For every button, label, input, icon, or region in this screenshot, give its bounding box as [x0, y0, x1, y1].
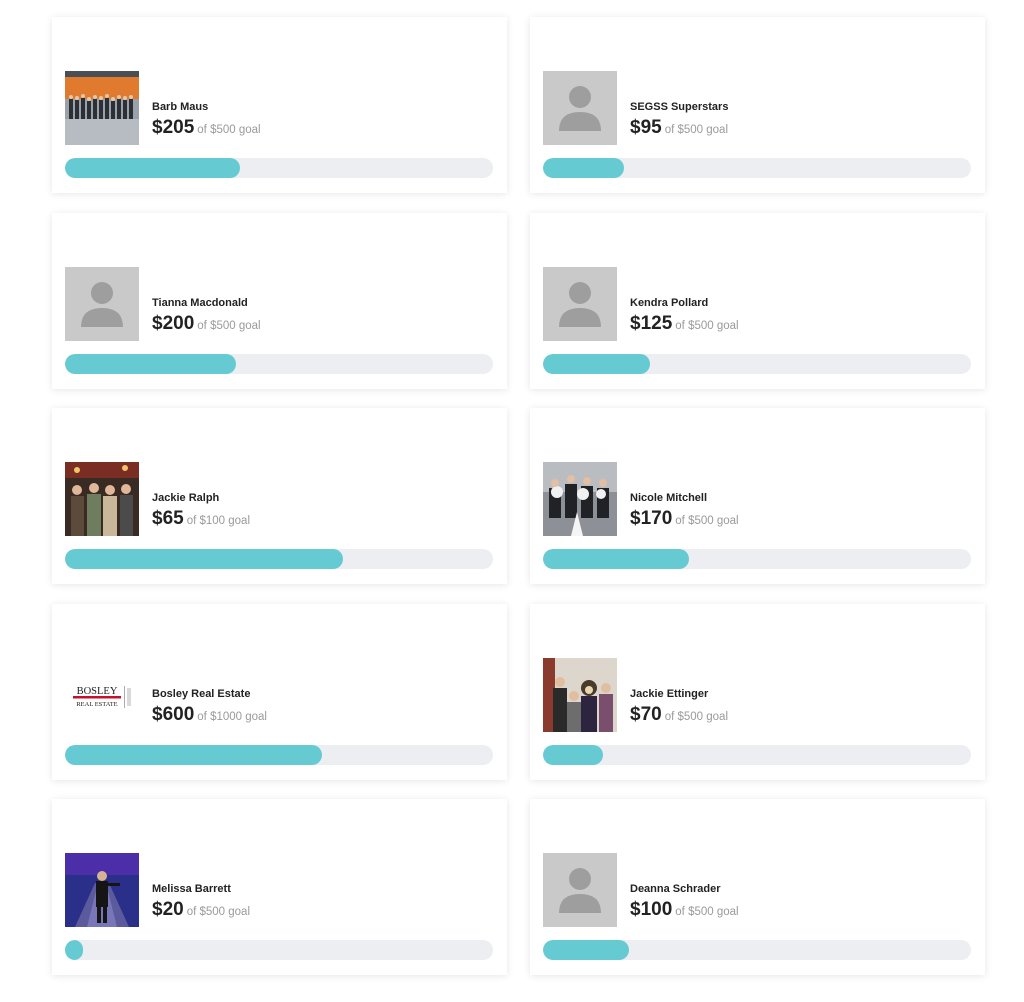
fundraiser-card[interactable]: BOSLEY REAL ESTATE Bosley Real Estate $6… — [52, 603, 507, 780]
progress-fill — [65, 940, 83, 960]
fundraiser-card[interactable]: Jackie Ettinger $70 of $500 goal — [530, 603, 985, 780]
fundraiser-amount: $100 of $500 goal — [630, 899, 739, 921]
goal-text: of $100 goal — [186, 515, 251, 527]
amount-raised: $95 — [630, 117, 662, 138]
fundraiser-amount: $70 of $500 goal — [630, 704, 728, 726]
amount-raised: $600 — [152, 703, 195, 725]
fundraiser-name[interactable]: Nicole Mitchell — [630, 492, 707, 504]
progress-bar — [543, 744, 971, 765]
fundraiser-name[interactable]: Kendra Pollard — [630, 297, 708, 309]
fundraiser-card[interactable]: Jackie Ralph $65 of $100 goal — [52, 408, 507, 584]
fundraiser-name[interactable]: Tianna Macdonald — [152, 297, 248, 309]
default-avatar-icon — [65, 266, 139, 341]
fundraiser-photo — [65, 462, 139, 536]
progress-bar — [65, 158, 493, 178]
amount-raised: $170 — [630, 508, 673, 529]
goal-text: of $500 goal — [197, 124, 261, 136]
fundraiser-amount: $200 of $500 goal — [152, 313, 261, 335]
goal-text: of $500 goal — [197, 319, 261, 332]
fundraiser-grid: Barb Maus $205 of $500 goal SEGSS Superst… — [52, 17, 985, 975]
default-avatar-icon — [543, 71, 617, 145]
goal-text: of $1000 goal — [197, 710, 267, 723]
progress-bar — [543, 353, 971, 374]
progress-fill — [543, 744, 603, 765]
goal-text: of $500 goal — [186, 906, 251, 918]
default-avatar-icon — [543, 266, 617, 341]
goal-text: of $500 goal — [675, 906, 739, 918]
fundraiser-amount: $95 of $500 goal — [630, 117, 728, 139]
progress-bar — [65, 549, 493, 569]
amount-raised: $100 — [630, 899, 673, 920]
fundraiser-amount: $205 of $500 goal — [152, 117, 261, 139]
fundraiser-card[interactable]: Nicole Mitchell $170 of $500 goal — [530, 408, 985, 584]
progress-fill — [543, 549, 689, 569]
fundraiser-amount: $20 of $500 goal — [152, 899, 250, 921]
amount-raised: $70 — [630, 703, 662, 725]
goal-text: of $500 goal — [664, 124, 729, 136]
progress-bar — [65, 744, 493, 765]
progress-fill — [65, 158, 241, 178]
progress-fill — [65, 549, 344, 569]
fundraiser-amount: $170 of $500 goal — [630, 508, 739, 530]
bosley-logo: BOSLEY REAL ESTATE — [65, 657, 139, 732]
fundraiser-card[interactable]: Deanna Schrader $100 of $500 goal — [530, 799, 985, 975]
default-avatar-icon — [543, 853, 617, 927]
progress-fill — [543, 158, 625, 178]
progress-fill — [65, 353, 237, 374]
progress-bar — [543, 549, 971, 569]
fundraiser-card[interactable]: Tianna Macdonald $200 of $500 goal — [52, 212, 507, 389]
goal-text: of $500 goal — [675, 319, 739, 332]
progress-fill — [543, 940, 629, 960]
svg-text:BOSLEY: BOSLEY — [77, 686, 118, 697]
fundraiser-name[interactable]: Jackie Ralph — [152, 492, 219, 504]
progress-bar — [543, 158, 971, 178]
progress-fill — [65, 744, 322, 765]
fundraiser-photo — [65, 853, 139, 927]
fundraiser-photo — [543, 462, 617, 536]
amount-raised: $65 — [152, 508, 184, 529]
goal-text: of $500 goal — [664, 710, 729, 723]
amount-raised: $125 — [630, 312, 673, 334]
fundraiser-name[interactable]: Jackie Ettinger — [630, 688, 708, 700]
fundraiser-name[interactable]: Bosley Real Estate — [152, 688, 250, 700]
fundraiser-photo — [65, 71, 139, 145]
svg-text:REAL ESTATE: REAL ESTATE — [76, 701, 117, 708]
amount-raised: $200 — [152, 312, 195, 334]
progress-bar — [65, 353, 493, 374]
amount-raised: $205 — [152, 117, 195, 138]
progress-fill — [543, 353, 650, 374]
progress-bar — [543, 940, 971, 960]
fundraiser-card[interactable]: SEGSS Superstars $95 of $500 goal — [530, 17, 985, 193]
fundraiser-amount: $65 of $100 goal — [152, 508, 250, 530]
fundraiser-card[interactable]: Melissa Barrett $20 of $500 goal — [52, 799, 507, 975]
goal-text: of $500 goal — [675, 515, 739, 527]
fundraiser-card[interactable]: Kendra Pollard $125 of $500 goal — [530, 212, 985, 389]
fundraiser-name[interactable]: Deanna Schrader — [630, 883, 720, 895]
fundraiser-amount: $600 of $1000 goal — [152, 704, 267, 726]
fundraiser-photo — [543, 657, 617, 732]
fundraiser-amount: $125 of $500 goal — [630, 313, 739, 335]
fundraiser-name[interactable]: Melissa Barrett — [152, 883, 231, 895]
progress-bar — [65, 940, 493, 960]
fundraiser-name[interactable]: Barb Maus — [152, 101, 208, 113]
amount-raised: $20 — [152, 899, 184, 920]
fundraiser-name[interactable]: SEGSS Superstars — [630, 101, 728, 113]
fundraiser-card[interactable]: Barb Maus $205 of $500 goal — [52, 17, 507, 193]
